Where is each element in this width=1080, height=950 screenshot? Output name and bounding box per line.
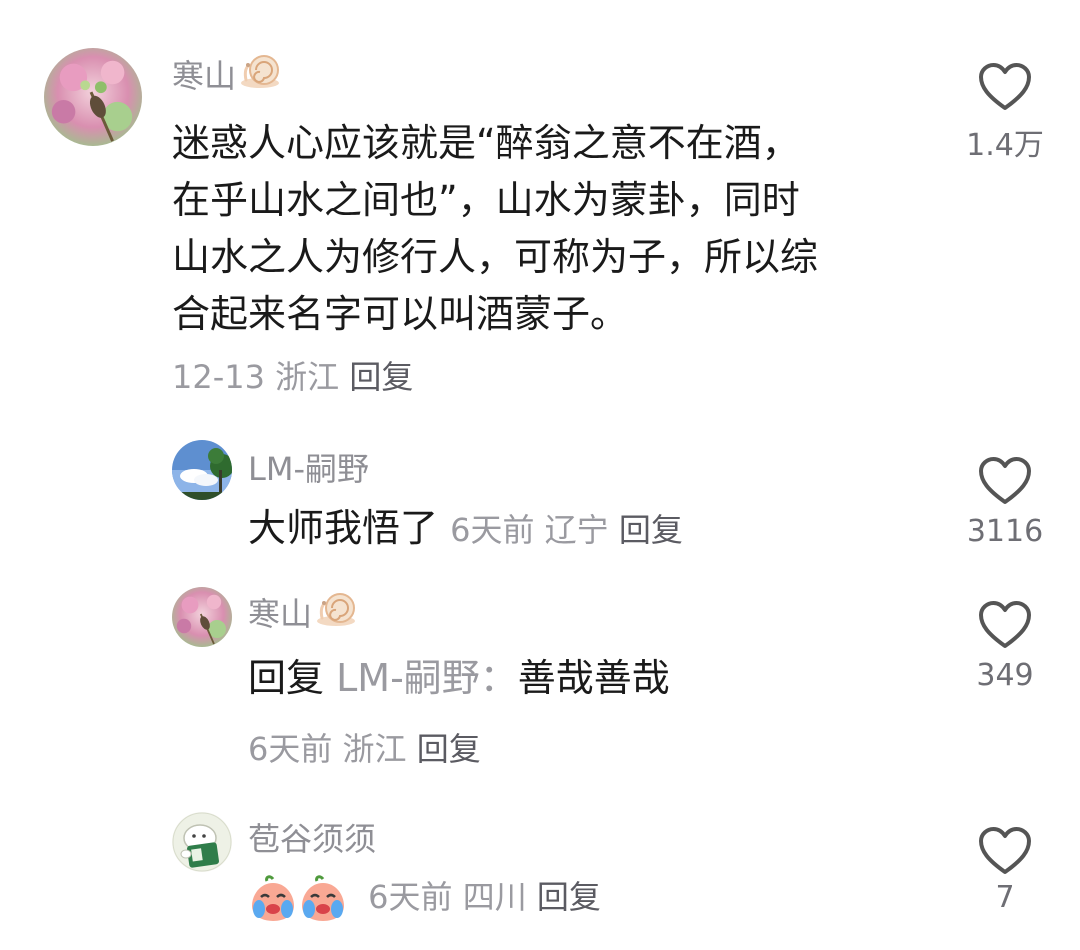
reply-button[interactable]: 回复 bbox=[537, 878, 601, 916]
reading-character-avatar-image bbox=[172, 812, 232, 872]
reply-location: 四川 bbox=[462, 878, 527, 916]
comment-username[interactable]: 寒山 bbox=[172, 50, 284, 98]
sky-avatar-image bbox=[172, 440, 232, 500]
like-count: 3116 bbox=[966, 514, 1044, 549]
username-text: 寒山 bbox=[172, 57, 237, 95]
snail-icon bbox=[240, 50, 284, 98]
reply-button[interactable]: 回复 bbox=[349, 358, 413, 396]
crying-peach-emoji-icon bbox=[298, 875, 348, 923]
username-text: 寒山 bbox=[248, 595, 313, 633]
like-button[interactable]: 7 bbox=[960, 826, 1050, 915]
reply-username[interactable]: 寒山 bbox=[248, 588, 360, 636]
comment-text-line: 迷惑人心应该就是“醉翁之意不在酒， bbox=[172, 121, 800, 165]
reply-button[interactable]: 回复 bbox=[619, 511, 683, 549]
comment-location: 浙江 bbox=[275, 358, 340, 396]
reply-target-user[interactable]: LM-嗣野： bbox=[336, 656, 518, 700]
username-text: LM-嗣野 bbox=[248, 450, 369, 488]
snail-icon bbox=[316, 588, 360, 636]
crying-peach-emoji-icon bbox=[248, 875, 298, 923]
heart-icon bbox=[979, 63, 1031, 110]
reply-location: 辽宁 bbox=[544, 511, 609, 549]
like-button[interactable]: 349 bbox=[960, 600, 1050, 693]
reply-location: 浙江 bbox=[342, 730, 407, 768]
reply-username[interactable]: 苞谷须须 bbox=[248, 814, 376, 860]
reply-body: 回复 LM-嗣野：善哉善哉 bbox=[248, 654, 670, 702]
comment-thread: 寒山 迷惑人心应该就是“醉翁之意不在酒， 在乎山水之间也”，山水为蒙卦，同时 山… bbox=[0, 0, 1080, 950]
comment-text-line: 山水之人为修行人，可称为子，所以综 bbox=[172, 235, 819, 279]
reply-text: 大师我悟了 bbox=[248, 506, 439, 550]
flower-avatar-image bbox=[172, 587, 232, 647]
comment-text-line: 合起来名字可以叫酒蒙子。 bbox=[172, 292, 629, 336]
comment-date: 12-13 bbox=[172, 358, 265, 396]
reply-meta: 6天前 浙江 回复 bbox=[248, 724, 481, 770]
reply-body: 6天前 四川 回复 bbox=[248, 872, 601, 923]
reply-prefix: 回复 bbox=[248, 656, 325, 700]
reply-meta: 6天前 辽宁 回复 bbox=[450, 511, 683, 549]
comment-text-line: 在乎山水之间也”，山水为蒙卦，同时 bbox=[172, 178, 800, 222]
reply-button[interactable]: 回复 bbox=[417, 730, 481, 768]
username-text: 苞谷须须 bbox=[248, 820, 377, 858]
reply-date: 6天前 bbox=[248, 730, 333, 768]
like-count: 7 bbox=[995, 880, 1015, 915]
flower-avatar-image bbox=[44, 48, 142, 146]
reply-text: 善哉善哉 bbox=[517, 656, 670, 700]
avatar[interactable] bbox=[172, 812, 232, 872]
reply-date: 6天前 bbox=[450, 511, 535, 549]
like-count: 349 bbox=[976, 658, 1034, 693]
reply-body: 大师我悟了 6天前 辽宁 回复 bbox=[248, 504, 683, 554]
heart-icon bbox=[979, 457, 1031, 504]
like-button[interactable]: 1.4万 bbox=[960, 62, 1050, 164]
reply-meta: 6天前 四川 回复 bbox=[368, 878, 601, 916]
like-count: 1.4万 bbox=[966, 128, 1044, 163]
heart-icon bbox=[979, 827, 1031, 874]
avatar[interactable] bbox=[44, 48, 142, 146]
comment-meta: 12-13 浙江 回复 bbox=[172, 352, 413, 398]
reply-username[interactable]: LM-嗣野 bbox=[248, 444, 369, 490]
comment-body: 迷惑人心应该就是“醉翁之意不在酒， 在乎山水之间也”，山水为蒙卦，同时 山水之人… bbox=[172, 115, 818, 343]
avatar[interactable] bbox=[172, 587, 232, 647]
like-button[interactable]: 3116 bbox=[960, 456, 1050, 549]
heart-icon bbox=[979, 601, 1031, 648]
avatar[interactable] bbox=[172, 440, 232, 500]
reply-date: 6天前 bbox=[368, 878, 453, 916]
